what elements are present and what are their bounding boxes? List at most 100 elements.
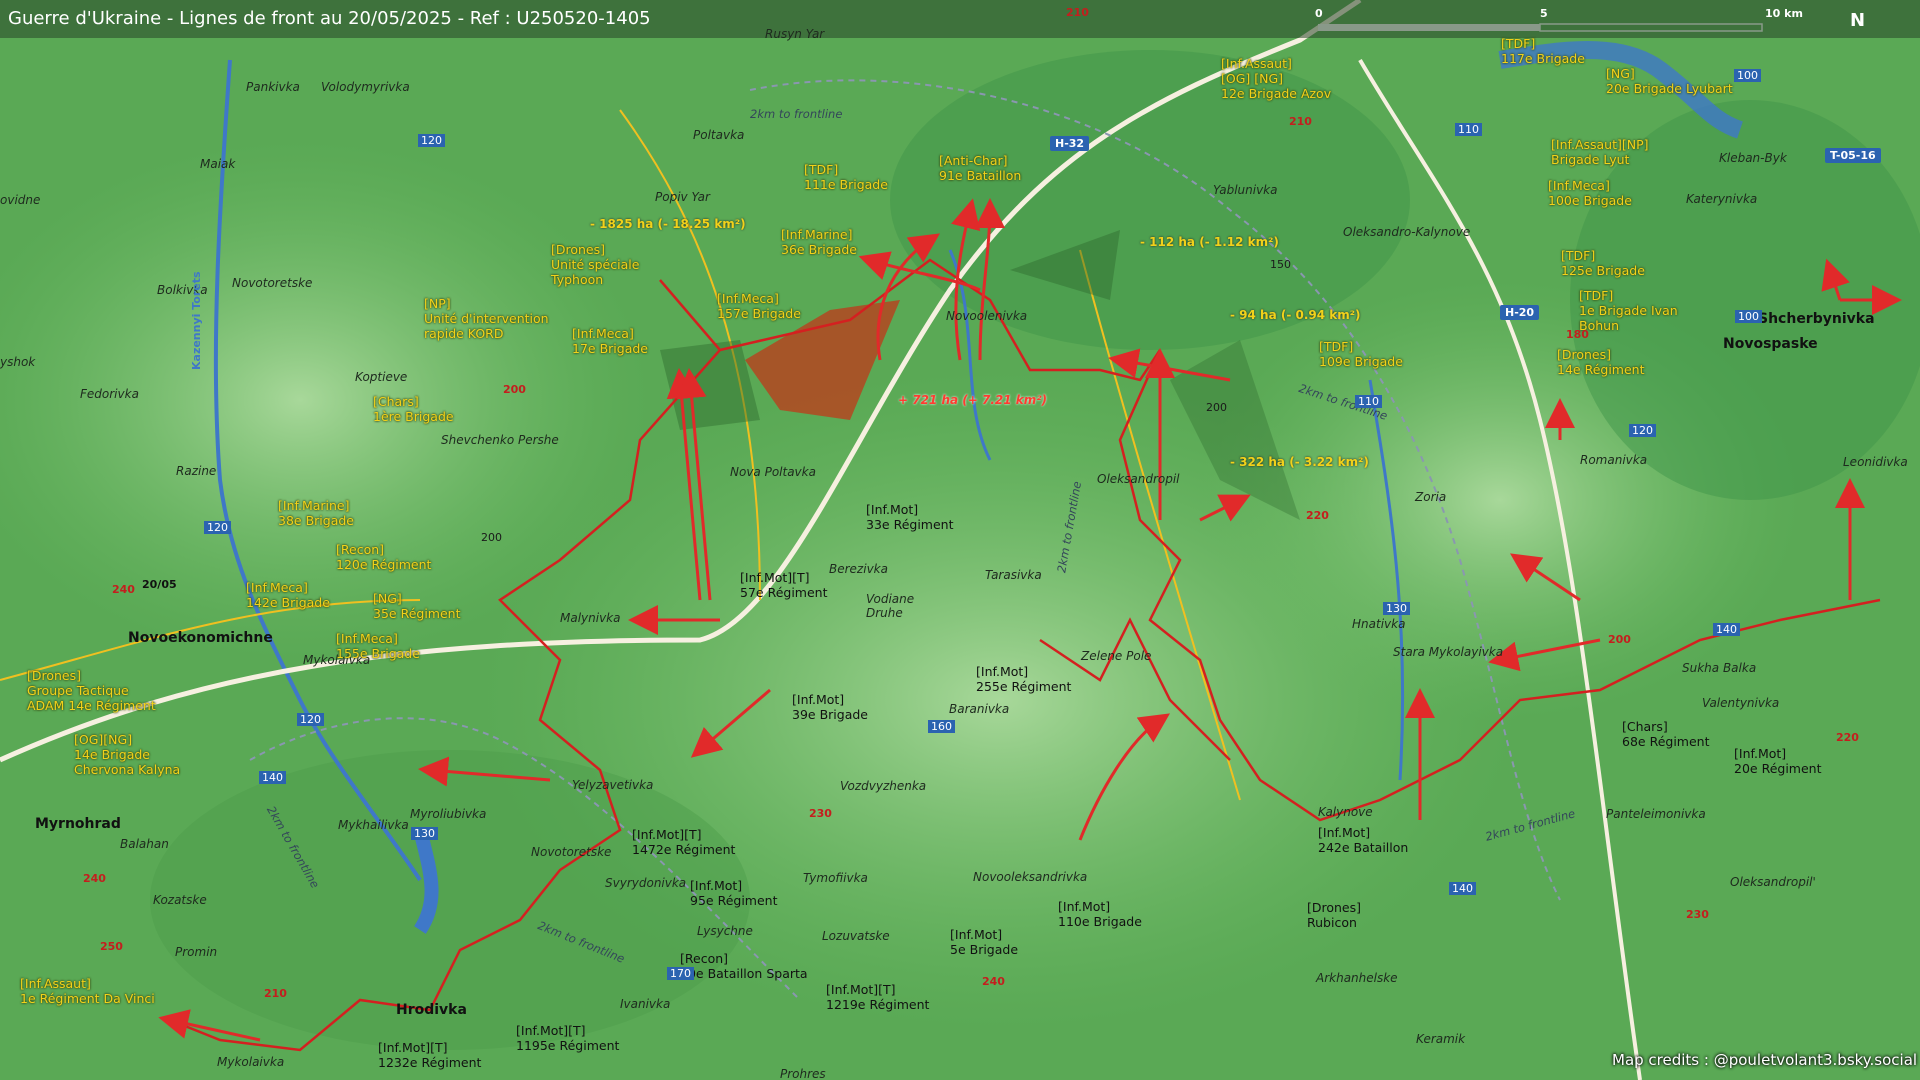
- ua-unit-label: [Chars] 1ère Brigade: [373, 394, 454, 424]
- place-label: Myroliubivka: [410, 807, 487, 821]
- ru-unit-label: [Inf.Mot][T] 1472e Régiment: [632, 827, 736, 857]
- area-change: - 1825 ha (- 18.25 km²): [590, 217, 746, 231]
- road-number: 140: [1713, 623, 1740, 636]
- place-label: Hnativka: [1352, 617, 1406, 631]
- place-label: Balahan: [120, 837, 169, 851]
- map-canvas[interactable]: Guerre d'Ukraine - Lignes de front au 20…: [0, 0, 1920, 1080]
- highway-badge: T-05-16: [1825, 148, 1881, 163]
- place-label: Lysychne: [697, 924, 753, 938]
- place-label: Oleksandro-Kalynove: [1343, 225, 1471, 239]
- place-label: Zoria: [1415, 490, 1447, 504]
- map-title: Guerre d'Ukraine - Lignes de front au 20…: [8, 8, 651, 29]
- place-label: Valentynivka: [1702, 696, 1780, 710]
- north-arrow-icon: N: [1850, 10, 1866, 31]
- road-number: 100: [1734, 69, 1761, 82]
- place-label: Svyrydonivka: [605, 876, 687, 890]
- place-label: Novooleksandrivka: [973, 870, 1088, 884]
- ru-unit-label: [Recon] 80e Bataillon Sparta: [680, 951, 808, 981]
- ru-unit-label: [Inf.Mot] 110e Brigade: [1058, 899, 1142, 929]
- date-marker: 20/05: [142, 578, 177, 591]
- place-label: Rusyn Yar: [765, 27, 825, 41]
- ru-unit-label: [Drones] Rubicon: [1307, 900, 1362, 930]
- elevation-label: 180: [1566, 328, 1589, 341]
- place-label: Pankivka: [246, 80, 300, 94]
- ru-unit-label: [Inf.Mot][T] 1219e Régiment: [826, 982, 930, 1012]
- river-label: Kazennyi Torets: [190, 271, 203, 370]
- ru-unit-label: [Inf.Mot][T] 1232e Régiment: [378, 1040, 482, 1070]
- ru-unit-label: [Inf.Mot] 95e Régiment: [690, 878, 778, 908]
- place-label: Berezivka: [829, 562, 888, 576]
- place-label: Arkhanhelske: [1316, 971, 1398, 985]
- place-label: Vodiane Druhe: [866, 592, 915, 620]
- ua-unit-label: [Drones] 14e Régiment: [1557, 347, 1645, 377]
- place-label: Prohres: [780, 1067, 826, 1080]
- road-number: 130: [411, 827, 438, 840]
- place-label: Malynivka: [560, 611, 621, 625]
- place-label: Sukha Balka: [1682, 661, 1757, 675]
- road-number: 140: [259, 771, 286, 784]
- place-label: Promin: [175, 945, 218, 959]
- map-credits: Map credits : @pouletvolant3.bsky.social: [1612, 1051, 1918, 1069]
- elevation-label: 210: [1289, 115, 1312, 128]
- elevation-label: 230: [1686, 908, 1709, 921]
- ru-unit-label: [Inf.Mot][T] 1195e Régiment: [516, 1023, 620, 1053]
- place-label: Mykhailivka: [338, 818, 409, 832]
- elevation-label: 220: [1836, 731, 1859, 744]
- place-label: Popiv Yar: [655, 190, 710, 204]
- place-label: Razine: [176, 464, 217, 478]
- elevation-label: 230: [809, 807, 832, 820]
- ua-unit-label: [Inf.Meca] 142e Brigade: [246, 580, 330, 610]
- ua-unit-label: [Recon] 120e Régiment: [336, 542, 432, 572]
- ua-unit-label: [Inf.Meca] 17e Brigade: [572, 326, 648, 356]
- ua-unit-label: [TDF] 117e Brigade: [1501, 36, 1585, 66]
- road-number: 120: [297, 713, 324, 726]
- ua-unit-label: [TDF] 1e Brigade Ivan Bohun: [1579, 288, 1678, 333]
- elevation-label: 240: [112, 583, 135, 596]
- area-change: + 721 ha (+ 7.21 km²): [898, 393, 1048, 407]
- place-label: Lozuvatske: [822, 929, 890, 943]
- place-label: Kleban-Byk: [1719, 151, 1787, 165]
- area-change: - 112 ha (- 1.12 km²): [1140, 235, 1279, 249]
- place-label: Romanivka: [1580, 453, 1648, 467]
- place-label: Yablunivka: [1213, 183, 1278, 197]
- place-label: Baranivka: [949, 702, 1010, 716]
- road-number: 110: [1455, 123, 1482, 136]
- ru-unit-label: [Inf.Mot] 39e Brigade: [792, 692, 868, 722]
- frontline-note: 2km to frontline: [750, 107, 843, 121]
- town-label: Shcherbynivka: [1758, 311, 1875, 327]
- elevation-label: 220: [1306, 509, 1329, 522]
- highway-badge: H-20: [1500, 305, 1540, 320]
- place-label: Ivanivka: [620, 997, 671, 1011]
- place-label: Keramik: [1416, 1032, 1466, 1046]
- ua-unit-label: [Inf.Assaut] [OG] [NG] 12e Brigade Azov: [1221, 56, 1332, 101]
- place-label: Oleksandropil': [1730, 875, 1816, 889]
- ru-unit-label: [Inf.Mot] 5e Brigade: [950, 927, 1019, 957]
- place-label: Kozatske: [153, 893, 207, 907]
- scale-mid: 5: [1540, 7, 1548, 20]
- town-label: Novoekonomichne: [128, 630, 273, 646]
- ru-unit-label: [Inf.Mot][T] 57e Régiment: [740, 570, 828, 600]
- highway-badge: H-32: [1050, 136, 1090, 151]
- road-number: 120: [204, 521, 231, 534]
- ru-unit-label: [Inf.Mot] 20e Régiment: [1734, 746, 1822, 776]
- place-label: Koptieve: [355, 370, 408, 384]
- ua-unit-label: [Inf.Meca] 155e Brigade: [336, 631, 420, 661]
- ua-unit-label: [NG] 35e Régiment: [373, 591, 461, 621]
- ua-unit-label: [Inf.Assaut] 1e Régiment Da Vinci: [20, 976, 155, 1006]
- ru-unit-label: [Inf.Mot] 242e Bataillon: [1318, 825, 1409, 855]
- place-label: Fedorivka: [80, 387, 139, 401]
- place-label: Novotoretske: [531, 845, 612, 859]
- area-change: - 94 ha (- 0.94 km²): [1230, 308, 1361, 322]
- ua-unit-label: [Inf.Marine] 36e Brigade: [781, 227, 857, 257]
- place-label: Novoolenivka: [946, 309, 1028, 323]
- town-label: Myrnohrad: [35, 816, 121, 832]
- elevation-label: 240: [982, 975, 1005, 988]
- ua-unit-label: [Inf.Meca] 100e Brigade: [1548, 178, 1632, 208]
- place-label: Maiak: [200, 157, 236, 171]
- road-number: 100: [1735, 310, 1762, 323]
- ua-unit-label: [NG] 20e Brigade Lyubart: [1606, 66, 1733, 96]
- ua-unit-label: [Inf.Marine] 38e Brigade: [278, 498, 354, 528]
- ru-unit-label: [Inf.Mot] 255e Régiment: [976, 664, 1072, 694]
- elevation-label: 200: [1206, 401, 1227, 414]
- ua-unit-label: [Anti-Char] 91e Bataillon: [939, 153, 1022, 183]
